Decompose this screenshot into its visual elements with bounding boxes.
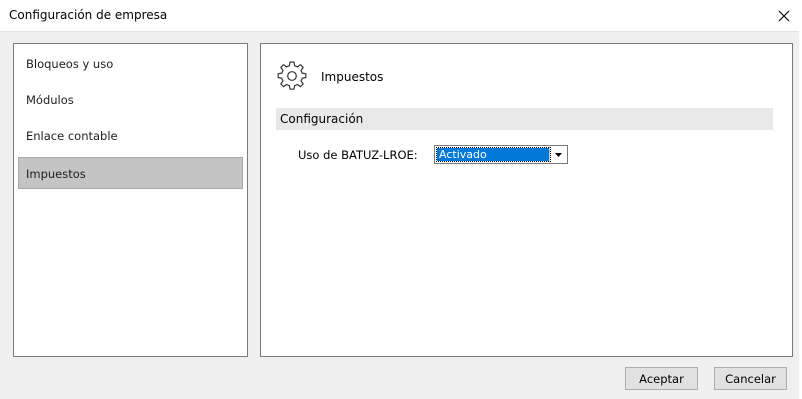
- chevron-down-icon: [555, 152, 562, 157]
- nav-item-label: Enlace contable: [26, 129, 118, 143]
- nav-panel: Bloqueos y uso Módulos Enlace contable I…: [13, 43, 248, 357]
- section-title: Impuestos: [321, 70, 384, 84]
- nav-item-label: Impuestos: [26, 167, 86, 181]
- gear-icon: [277, 61, 307, 90]
- dropdown-arrow[interactable]: [549, 146, 567, 163]
- cancel-button[interactable]: Cancelar: [714, 367, 787, 390]
- nav-item-impuestos[interactable]: Impuestos: [18, 157, 243, 189]
- nav-item-label: Bloqueos y uso: [26, 57, 114, 71]
- select-value: Activado: [436, 147, 551, 162]
- nav-item-bloqueos[interactable]: Bloqueos y uso: [18, 49, 243, 81]
- content-panel: [260, 43, 793, 357]
- close-icon: [778, 10, 790, 21]
- nav-item-modulos[interactable]: Módulos: [18, 85, 243, 117]
- batuz-lroe-label: Uso de BATUZ-LROE:: [298, 148, 418, 162]
- accept-button[interactable]: Aceptar: [625, 367, 698, 390]
- nav-item-enlace-contable[interactable]: Enlace contable: [18, 121, 243, 153]
- close-button[interactable]: [766, 0, 802, 31]
- config-section-header: Configuración: [276, 108, 773, 130]
- config-section-label: Configuración: [280, 112, 364, 126]
- nav-item-label: Módulos: [26, 93, 74, 107]
- title-bar: Configuración de empresa: [0, 0, 802, 32]
- window-title: Configuración de empresa: [9, 8, 168, 22]
- batuz-lroe-select[interactable]: Activado: [434, 145, 568, 164]
